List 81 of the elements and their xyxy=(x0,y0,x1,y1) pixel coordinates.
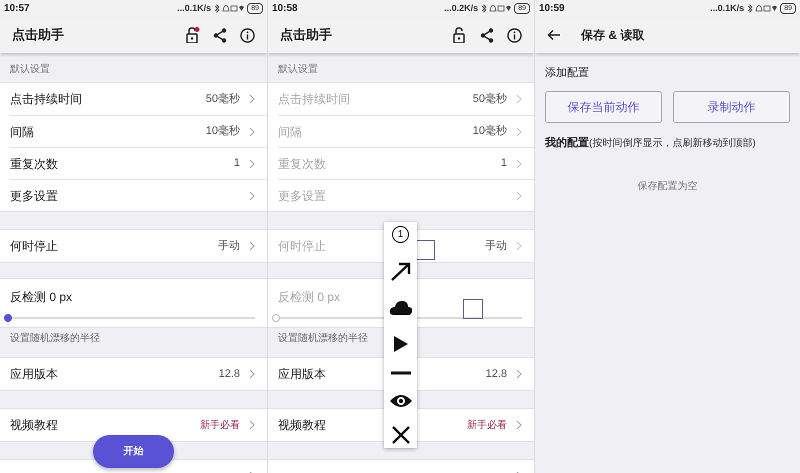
section-header: 默认设置 xyxy=(10,62,50,77)
setting-label: 应用版本 xyxy=(278,367,326,381)
status-icons xyxy=(747,4,778,13)
setting-label: 更多设置 xyxy=(10,188,58,202)
chevron-right-icon xyxy=(516,420,522,430)
setting-value: 10毫秒 xyxy=(472,124,507,140)
setting-label: 点击持续时间 xyxy=(10,92,82,106)
arrow-icon[interactable] xyxy=(390,262,412,282)
setting-value: 新手必看 xyxy=(200,418,240,432)
share-icon[interactable] xyxy=(213,28,227,42)
chevron-right-icon xyxy=(249,94,255,104)
chevron-right-icon xyxy=(516,190,522,200)
slider-thumb[interactable] xyxy=(4,314,12,322)
click-counter[interactable]: 1 xyxy=(392,226,409,243)
chevron-right-icon xyxy=(249,241,255,251)
minus-icon[interactable] xyxy=(390,371,410,375)
chevron-right-icon xyxy=(249,420,255,430)
status-icons xyxy=(214,4,244,13)
setting-label: 点击持续时间 xyxy=(278,92,350,106)
eye-icon[interactable] xyxy=(388,394,412,408)
share-icon[interactable] xyxy=(480,28,494,42)
network-speed: ...0.1K/s xyxy=(710,2,744,15)
setting-value: 1 xyxy=(234,156,240,172)
chevron-right-icon xyxy=(249,190,255,200)
status-time: 10:58 xyxy=(272,2,298,16)
network-speed: ...0.1K/s xyxy=(177,2,212,15)
slider-hint: 设置随机漂移的半径 xyxy=(278,332,368,346)
action-button[interactable]: 录制动作 xyxy=(673,90,790,122)
chevron-right-icon xyxy=(516,241,522,251)
setting-label: 间隔 xyxy=(278,124,302,138)
setting-label: 重复次数 xyxy=(278,156,326,170)
info-icon[interactable] xyxy=(507,28,522,42)
chevron-right-icon xyxy=(249,158,255,168)
slider-label: 反检测 0 px xyxy=(277,289,342,306)
status-icons xyxy=(481,4,512,13)
slider-hint: 设置随机漂移的半径 xyxy=(10,332,100,346)
setting-label: 更多设置 xyxy=(278,188,326,202)
setting-value: 1 xyxy=(500,156,507,172)
status-time: 10:59 xyxy=(539,2,565,16)
setting-value: 手动 xyxy=(218,238,240,254)
chevron-right-icon xyxy=(516,94,522,104)
setting-value: 12.8 xyxy=(218,366,240,382)
app-title: 点击助手 xyxy=(280,26,333,44)
play-icon[interactable] xyxy=(392,334,408,352)
list-hint: (按时间倒序显示，点刷新移动到顶部) xyxy=(589,136,756,150)
click-target[interactable] xyxy=(463,299,483,319)
setting-label: 何时停止 xyxy=(10,239,58,253)
setting-label: 间隔 xyxy=(10,124,34,138)
lock-icon[interactable] xyxy=(452,27,467,43)
setting-value: 新手必看 xyxy=(467,418,507,432)
setting-value: 12.8 xyxy=(486,366,507,382)
chevron-right-icon xyxy=(516,369,522,379)
back-arrow-icon[interactable] xyxy=(547,29,561,41)
page-title: 保存 & 读取 xyxy=(581,27,644,44)
info-icon[interactable] xyxy=(240,28,255,42)
start-button[interactable]: 开始 xyxy=(93,435,174,468)
chevron-right-icon xyxy=(249,126,255,136)
chevron-right-icon xyxy=(516,126,522,136)
network-speed: ...0.2K/s xyxy=(444,2,478,15)
close-icon[interactable] xyxy=(392,426,410,444)
setting-value: 50毫秒 xyxy=(206,92,240,107)
setting-label: 何时停止 xyxy=(278,239,326,253)
status-time: 10:57 xyxy=(4,2,30,16)
empty-message: 保存配置为空 xyxy=(638,180,698,194)
setting-value: 50毫秒 xyxy=(472,92,507,107)
setting-label: 视频教程 xyxy=(10,418,58,432)
chevron-right-icon xyxy=(249,369,255,379)
lock-icon[interactable] xyxy=(185,27,200,43)
slider-label: 反检测 0 px xyxy=(9,289,74,306)
app-title: 点击助手 xyxy=(12,26,65,44)
setting-label: 重复次数 xyxy=(10,156,58,170)
cloud-icon[interactable] xyxy=(388,300,412,316)
setting-value: 10毫秒 xyxy=(206,124,240,140)
section-header: 默认设置 xyxy=(278,62,318,77)
setting-value: 手动 xyxy=(485,238,507,254)
setting-label: 应用版本 xyxy=(10,367,58,381)
section-header: 添加配置 xyxy=(545,66,590,81)
list-title: 我的配置 xyxy=(545,136,589,150)
chevron-right-icon xyxy=(516,158,522,168)
action-button[interactable]: 保存当前动作 xyxy=(545,90,662,122)
setting-label: 视频教程 xyxy=(278,418,326,432)
